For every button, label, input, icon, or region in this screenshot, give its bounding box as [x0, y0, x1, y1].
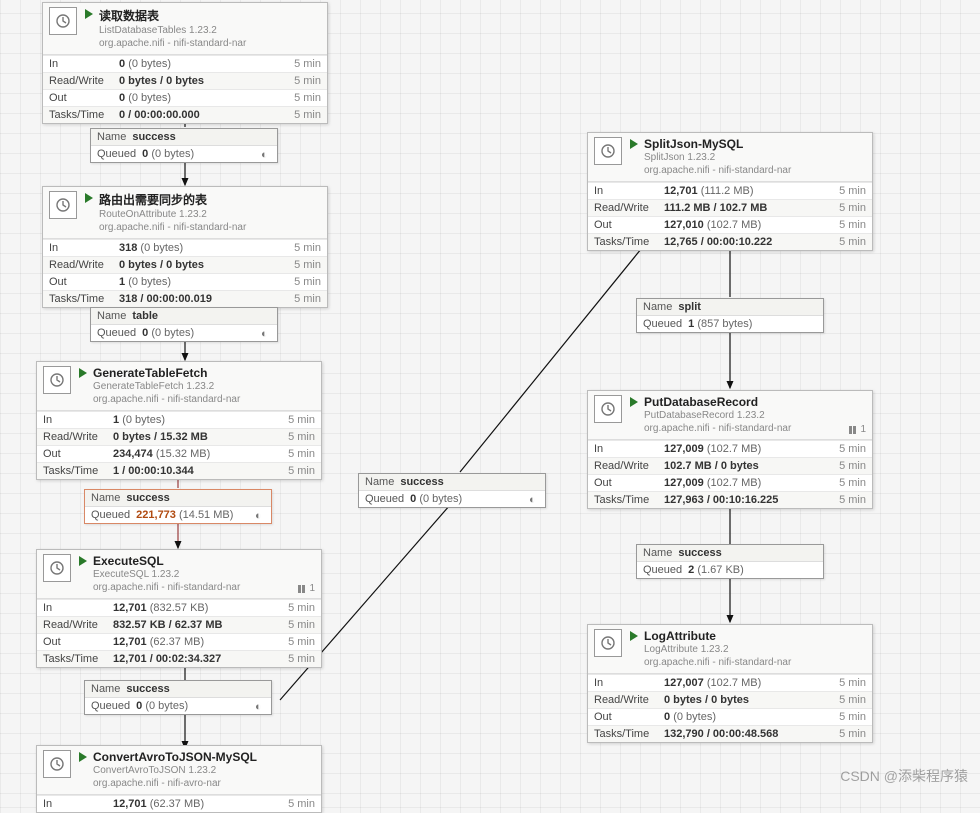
stats-table: In12,701 (111.2 MB)5 min Read/Write111.2… — [588, 182, 872, 250]
proc-type: ExecuteSQL 1.23.2 — [93, 568, 240, 581]
processor-execute-sql[interactable]: ExecuteSQL ExecuteSQL 1.23.2 org.apache.… — [36, 549, 322, 668]
connection-success-4[interactable]: Namesuccess Queued0 (0 bytes)◐ — [84, 680, 272, 715]
processor-generate-table-fetch[interactable]: GenerateTableFetch GenerateTableFetch 1.… — [36, 361, 322, 480]
proc-type: SplitJson 1.23.2 — [644, 151, 791, 164]
backpressure-icon: ◐ — [261, 328, 271, 338]
backpressure-icon: ◐ — [255, 510, 265, 520]
processor-list-database-tables[interactable]: 读取数据表 ListDatabaseTables 1.23.2 org.apac… — [42, 2, 328, 124]
processor-route-on-attribute[interactable]: 路由出需要同步的表 RouteOnAttribute 1.23.2 org.ap… — [42, 186, 328, 308]
stats-table: In318 (0 bytes)5 min Read/Write0 bytes /… — [43, 239, 327, 307]
run-state-icon — [630, 397, 638, 407]
proc-bundle: org.apache.nifi - nifi-standard-nar — [644, 164, 791, 177]
proc-bundle: org.apache.nifi - nifi-standard-nar — [99, 221, 246, 234]
stats-table: In0 (0 bytes)5 min Read/Write0 bytes / 0… — [43, 55, 327, 123]
proc-type: GenerateTableFetch 1.23.2 — [93, 380, 240, 393]
connection-table[interactable]: Nametable Queued0 (0 bytes)◐ — [90, 307, 278, 342]
connection-success-1[interactable]: Namesuccess Queued0 (0 bytes)◐ — [90, 128, 278, 163]
run-state-icon — [630, 631, 638, 641]
active-threads-badge: 1 — [848, 424, 866, 435]
processor-convert-avro-to-json[interactable]: ConvertAvroToJSON-MySQL ConvertAvroToJSO… — [36, 745, 322, 813]
run-state-icon — [85, 9, 93, 19]
processor-icon — [43, 366, 71, 394]
proc-type: ListDatabaseTables 1.23.2 — [99, 24, 246, 37]
proc-title: PutDatabaseRecord — [644, 395, 791, 409]
proc-bundle: org.apache.nifi - nifi-avro-nar — [93, 777, 257, 790]
run-state-icon — [79, 556, 87, 566]
connection-success-backpressure[interactable]: Namesuccess Queued221,773 (14.51 MB)◐ — [84, 489, 272, 524]
connection-success-5[interactable]: Namesuccess Queued0 (0 bytes)◐ — [358, 473, 546, 508]
proc-bundle: org.apache.nifi - nifi-standard-nar — [99, 37, 246, 50]
connection-success-7[interactable]: Namesuccess Queued2 (1.67 KB) — [636, 544, 824, 579]
processor-put-database-record[interactable]: PutDatabaseRecord PutDatabaseRecord 1.23… — [587, 390, 873, 509]
proc-type: ConvertAvroToJSON 1.23.2 — [93, 764, 257, 777]
stats-table: In127,009 (102.7 MB)5 min Read/Write102.… — [588, 440, 872, 508]
proc-type: LogAttribute 1.23.2 — [644, 643, 791, 656]
stats-table: In12,701 (62.37 MB)5 min — [37, 795, 321, 812]
proc-bundle: org.apache.nifi - nifi-standard-nar — [93, 581, 240, 594]
watermark: CSDN @添柴程序猿 — [840, 766, 968, 786]
proc-title: 路由出需要同步的表 — [99, 191, 246, 208]
processor-icon — [43, 554, 71, 582]
processor-icon — [594, 629, 622, 657]
stats-table: In127,007 (102.7 MB)5 min Read/Write0 by… — [588, 674, 872, 742]
run-state-icon — [79, 752, 87, 762]
stats-table: In12,701 (832.57 KB)5 min Read/Write832.… — [37, 599, 321, 667]
processor-split-json[interactable]: SplitJson-MySQL SplitJson 1.23.2 org.apa… — [587, 132, 873, 251]
processor-icon — [49, 7, 77, 35]
proc-bundle: org.apache.nifi - nifi-standard-nar — [93, 393, 240, 406]
backpressure-icon: ◐ — [255, 701, 265, 711]
proc-title: ExecuteSQL — [93, 554, 240, 568]
run-state-icon — [85, 193, 93, 203]
proc-title: LogAttribute — [644, 629, 791, 643]
connection-split[interactable]: Namesplit Queued1 (857 bytes) — [636, 298, 824, 333]
processor-icon — [49, 191, 77, 219]
proc-title: 读取数据表 — [99, 7, 246, 24]
active-threads-badge: 1 — [297, 583, 315, 594]
proc-bundle: org.apache.nifi - nifi-standard-nar — [644, 656, 791, 669]
run-state-icon — [630, 139, 638, 149]
processor-icon — [594, 137, 622, 165]
processor-log-attribute[interactable]: LogAttribute LogAttribute 1.23.2 org.apa… — [587, 624, 873, 743]
proc-type: PutDatabaseRecord 1.23.2 — [644, 409, 791, 422]
proc-title: GenerateTableFetch — [93, 366, 240, 380]
proc-title: SplitJson-MySQL — [644, 137, 791, 151]
backpressure-icon: ◐ — [261, 149, 271, 159]
proc-title: ConvertAvroToJSON-MySQL — [93, 750, 257, 764]
proc-bundle: org.apache.nifi - nifi-standard-nar — [644, 422, 791, 435]
backpressure-icon: ◐ — [529, 494, 539, 504]
processor-icon — [594, 395, 622, 423]
stats-table: In1 (0 bytes)5 min Read/Write0 bytes / 1… — [37, 411, 321, 479]
processor-icon — [43, 750, 71, 778]
run-state-icon — [79, 368, 87, 378]
proc-type: RouteOnAttribute 1.23.2 — [99, 208, 246, 221]
